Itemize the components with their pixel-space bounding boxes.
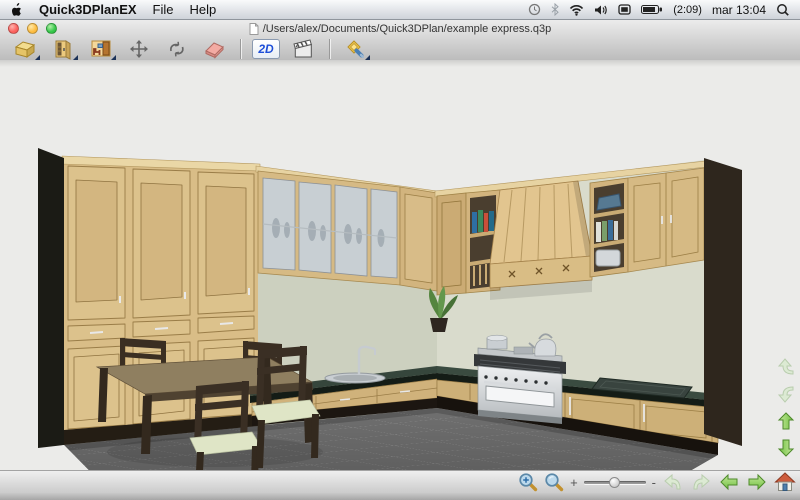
pan-right-button[interactable]	[746, 471, 768, 493]
toolbar-separator	[329, 39, 330, 59]
glass-wall-cabinets	[256, 166, 437, 291]
turn-down-button[interactable]	[775, 383, 797, 405]
menu-clock[interactable]: mar 13:04	[712, 3, 766, 17]
wall-tool-button[interactable]	[10, 37, 40, 60]
cabinet-tool-button[interactable]	[48, 37, 78, 60]
eraser-tool-button[interactable]	[200, 37, 230, 60]
eraser-icon	[203, 38, 227, 60]
zoom-slider-thumb[interactable]	[609, 477, 620, 488]
pan-up-button[interactable]	[775, 410, 797, 432]
apple-menu[interactable]	[10, 2, 23, 17]
clock-icon[interactable]	[528, 3, 541, 16]
close-button[interactable]	[8, 23, 19, 34]
furniture-tool-button[interactable]	[86, 37, 116, 60]
zoom-minus-label: -	[652, 476, 656, 489]
paint-tool-button[interactable]	[340, 37, 370, 60]
window-bottom-edge	[0, 493, 800, 500]
spotlight-icon[interactable]	[776, 3, 790, 17]
rotate-icon	[166, 38, 188, 60]
minimize-button[interactable]	[27, 23, 38, 34]
2d-view-button[interactable]: 2D	[251, 37, 281, 60]
app-menu-label[interactable]: Quick3DPlanEX	[39, 2, 137, 17]
kettle	[535, 339, 556, 356]
toolbar: 2D	[0, 37, 800, 60]
zoom-window-icon	[518, 472, 538, 492]
stove	[474, 334, 566, 424]
document-icon	[249, 23, 259, 35]
range-hood	[490, 181, 592, 300]
volume-icon[interactable]	[594, 4, 608, 16]
apple-icon	[10, 2, 23, 17]
home-view-button[interactable]	[774, 471, 796, 493]
menu-item-help[interactable]: Help	[190, 2, 217, 17]
turn-up-button[interactable]	[775, 356, 797, 378]
zoom-window-tool-button[interactable]	[518, 472, 538, 492]
zoom-tool-button[interactable]	[544, 472, 564, 492]
books	[596, 220, 618, 242]
toaster	[596, 250, 620, 266]
paint-icon	[343, 38, 367, 60]
bluetooth-icon[interactable]	[551, 3, 559, 16]
zoom-window-button[interactable]	[46, 23, 57, 34]
menu-bar: Quick3DPlanEX File Help (2:09) mar 13:04	[0, 0, 800, 20]
home-icon	[774, 471, 796, 493]
turn-right-button[interactable]	[690, 471, 712, 493]
zoom-icon	[544, 472, 564, 492]
side-navigation	[775, 356, 797, 459]
toolbar-separator	[240, 39, 241, 59]
viewport-3d[interactable]	[0, 60, 800, 470]
wall-icon	[13, 38, 37, 60]
display-icon[interactable]	[618, 4, 631, 15]
kitchen-scene	[0, 60, 800, 470]
furniture-icon	[89, 38, 113, 60]
zoom-plus-label: +	[570, 476, 578, 489]
move-tool-button[interactable]	[124, 37, 154, 60]
2d-label: 2D	[252, 39, 280, 59]
turn-left-button[interactable]	[662, 471, 684, 493]
left-wall-edge	[38, 148, 64, 450]
window-chrome: /Users/alex/Documents/Quick3DPlan/exampl…	[0, 20, 800, 61]
window-title: /Users/alex/Documents/Quick3DPlan/exampl…	[263, 23, 552, 35]
rotate-tool-button[interactable]	[162, 37, 192, 60]
pan-down-button[interactable]	[775, 437, 797, 459]
pan-left-button[interactable]	[718, 471, 740, 493]
battery-icon[interactable]	[641, 4, 663, 15]
move-icon	[128, 38, 150, 60]
render-tool-button[interactable]	[289, 37, 319, 60]
title-bar[interactable]: /Users/alex/Documents/Quick3DPlan/exampl…	[0, 20, 800, 37]
clapperboard-icon	[292, 38, 316, 60]
wifi-icon[interactable]	[569, 4, 584, 16]
battery-time: (2:09)	[673, 4, 702, 16]
bottom-bar: + -	[0, 470, 800, 493]
menu-item-file[interactable]: File	[153, 2, 174, 17]
cabinet-icon	[51, 38, 75, 60]
zoom-slider[interactable]	[584, 476, 646, 489]
right-wall-edge	[704, 158, 742, 446]
